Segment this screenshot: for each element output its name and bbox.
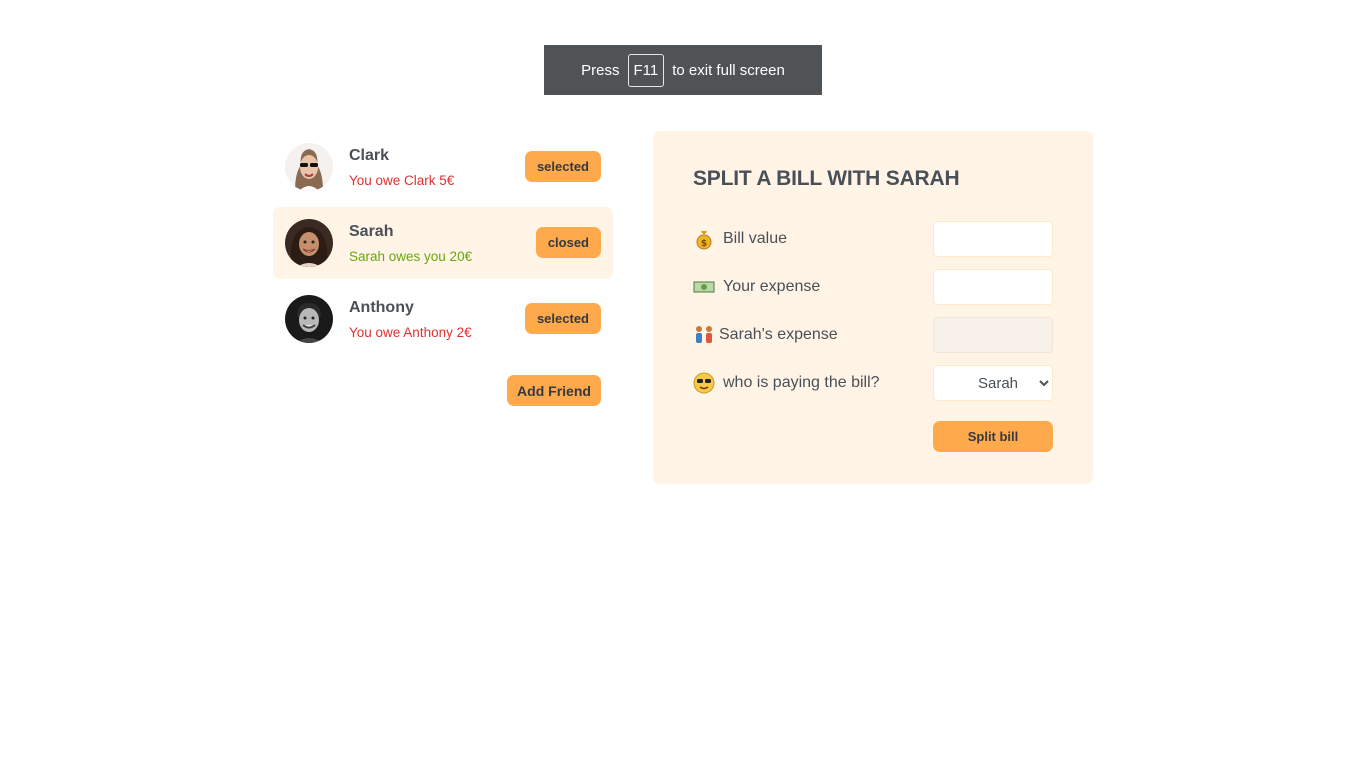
form-title: SPLIT A BILL WITH SARAH: [693, 167, 960, 190]
friend-expense-input: [933, 317, 1053, 353]
payer-select[interactable]: Sarah: [933, 365, 1053, 401]
friends-list: Clark You owe Clark 5€ selected Sarah Sa…: [273, 131, 613, 406]
your-expense-label: Your expense: [723, 278, 821, 295]
bill-value-label: Bill value: [723, 230, 788, 247]
toast-suffix-text: to exit full screen: [672, 61, 785, 79]
friend-item-sarah[interactable]: Sarah Sarah owes you 20€ closed: [273, 207, 613, 279]
friend-name: Clark: [349, 147, 390, 164]
avatar: [285, 219, 333, 267]
toast-press-text: Press: [581, 61, 620, 79]
toast-key: F11: [627, 53, 665, 87]
friend-expense-label: Sarah's expense: [719, 326, 838, 343]
bill-value-input[interactable]: [933, 221, 1053, 257]
friend-item-anthony[interactable]: Anthony You owe Anthony 2€ selected: [273, 283, 613, 355]
fullscreen-toast: Press F11 to exit full screen: [544, 45, 822, 95]
sunglasses-face-icon: [693, 372, 715, 394]
select-friend-button[interactable]: selected: [524, 303, 601, 334]
avatar: [285, 295, 333, 343]
close-friend-button[interactable]: closed: [535, 227, 601, 258]
select-friend-button[interactable]: selected: [524, 151, 601, 182]
payer-label: who is paying the bill?: [723, 374, 880, 391]
couple-icon: [693, 324, 715, 346]
dollar-bill-icon: [693, 276, 715, 298]
your-expense-input[interactable]: [933, 269, 1053, 305]
friend-name: Sarah: [349, 223, 394, 240]
split-bill-form: SPLIT A BILL WITH SARAH $ Bill value You…: [653, 131, 1093, 484]
payer-row: who is paying the bill? Sarah: [693, 365, 1053, 401]
friend-name: Anthony: [349, 299, 414, 316]
friend-item-clark[interactable]: Clark You owe Clark 5€ selected: [273, 131, 613, 203]
friend-balance: You owe Anthony 2€: [349, 325, 472, 340]
friend-balance: You owe Clark 5€: [349, 173, 455, 188]
svg-text:$: $: [701, 239, 707, 249]
money-bag-icon: $: [693, 228, 715, 250]
split-bill-button[interactable]: Split bill: [933, 421, 1053, 452]
friend-balance: Sarah owes you 20€: [349, 249, 473, 264]
bill-value-row: $ Bill value: [693, 221, 1053, 257]
add-friend-button[interactable]: Add Friend: [507, 375, 601, 406]
your-expense-row: Your expense: [693, 269, 1053, 305]
friend-expense-row: Sarah's expense: [693, 317, 1053, 353]
avatar: [285, 143, 333, 191]
